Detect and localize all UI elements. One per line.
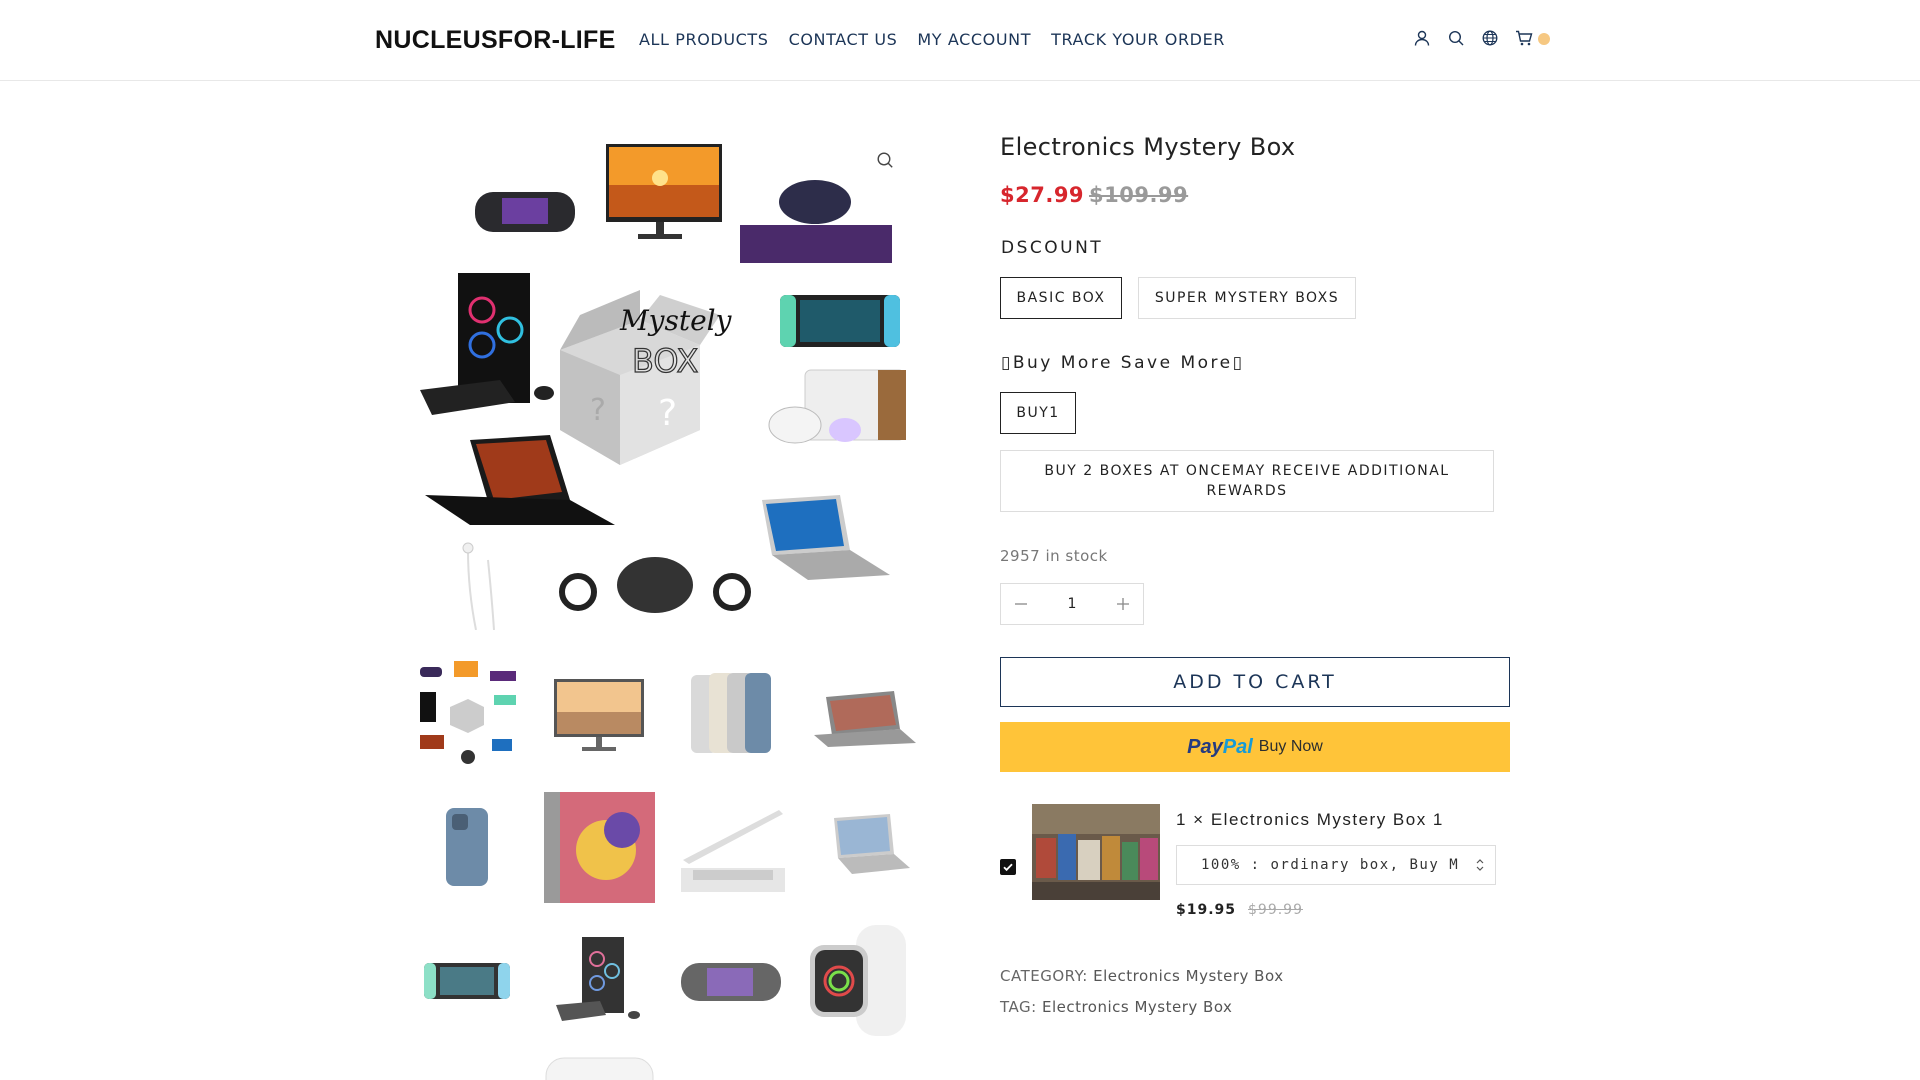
bundle-variant-select[interactable]: 100% : ordinary box, Buy M [1176, 845, 1496, 885]
attribute-label-discount: DSCOUNT [1001, 238, 1104, 258]
quantity-input[interactable]: 1 [1041, 596, 1103, 612]
nav-all-products[interactable]: ALL PRODUCTS [639, 30, 769, 49]
bundle-variant-value: 100% : ordinary box, Buy M [1201, 857, 1460, 873]
mystery-label: Mystely [619, 304, 733, 337]
console-image [740, 180, 892, 263]
option-basic-box[interactable]: BASIC BOX [1000, 277, 1122, 319]
thumb-acer-laptop[interactable] [804, 790, 919, 905]
paypal-buy-now-button[interactable]: PayPal Buy Now [1000, 722, 1510, 772]
bundle-regular-price: $99.99 [1248, 902, 1303, 918]
main-product-image[interactable]: ? ? Mystely BOX [410, 130, 920, 631]
main-nav: ALL PRODUCTS CONTACT US MY ACCOUNT TRACK… [639, 30, 1225, 49]
user-icon[interactable] [1412, 28, 1432, 48]
thumb-gaming-laptop[interactable] [804, 657, 919, 772]
vr-headset-image [768, 369, 906, 444]
option-buy1[interactable]: BUY1 [1000, 392, 1076, 434]
globe-icon[interactable] [1480, 28, 1500, 48]
thumb-iphone-back[interactable] [410, 790, 525, 905]
bundle-sale-price: $19.95 [1176, 902, 1237, 918]
select-arrows-icon [1475, 858, 1485, 876]
product-title: Electronics Mystery Box [1000, 133, 1296, 161]
product-tag: TAG: Electronics Mystery Box [1000, 998, 1232, 1016]
thumb-macbook-slim[interactable] [673, 790, 788, 905]
switch-image [780, 295, 900, 347]
header-icons [1412, 28, 1550, 48]
thumb-psp[interactable] [673, 923, 788, 1038]
gaming-laptop-image [425, 435, 615, 525]
attribute-label-buy-more-text: Buy More Save More [1012, 353, 1233, 373]
laptop-image [762, 495, 890, 580]
gaming-pc-image [420, 273, 554, 415]
thumb-apple-watch[interactable] [804, 923, 919, 1038]
box-label: BOX [632, 342, 698, 380]
add-to-cart-button[interactable]: ADD TO CART [1000, 657, 1510, 707]
cart-count-badge [1538, 33, 1550, 45]
cart-icon[interactable] [1514, 28, 1534, 48]
svg-text:?: ? [658, 393, 677, 434]
headset-image [559, 557, 751, 613]
option-buy-2-boxes[interactable]: BUY 2 BOXES AT ONCEMAY RECEIVE ADDITIONA… [1000, 450, 1494, 512]
attribute-label-buy-more: ▯Buy More Save More▯ [1001, 353, 1245, 373]
paypal-logo-pay: Pay [1187, 735, 1223, 758]
bundle-title: 1 × Electronics Mystery Box 1 [1176, 810, 1444, 829]
thumb-ipad[interactable] [542, 790, 657, 905]
quantity-decrease-button[interactable] [1001, 584, 1041, 624]
thumb-switch[interactable] [410, 923, 525, 1038]
earphones-image [462, 542, 495, 631]
regular-price: $109.99 [1089, 183, 1189, 207]
tag-link[interactable]: Electronics Mystery Box [1042, 998, 1232, 1016]
psp-image [475, 192, 575, 232]
tag-label: TAG: [1000, 998, 1037, 1016]
site-header: NUCLEUSFOR-LIFE ALL PRODUCTS CONTACT US … [0, 0, 1920, 81]
svg-text:?: ? [590, 393, 606, 428]
thumb-mystery-collage[interactable] [410, 657, 525, 772]
option-super-mystery-boxs[interactable]: SUPER MYSTERY BOXS [1138, 277, 1356, 319]
search-icon[interactable] [1446, 28, 1466, 48]
zoom-icon[interactable] [876, 151, 896, 171]
monitor-image [606, 144, 722, 239]
paypal-logo: PayPal [1187, 736, 1253, 759]
nav-track-order[interactable]: TRACK YOUR ORDER [1051, 30, 1225, 49]
stock-status: 2957 in stock [1000, 547, 1108, 565]
product-category: CATEGORY: Electronics Mystery Box [1000, 967, 1284, 985]
thumb-airpods[interactable] [542, 1056, 657, 1080]
quantity-stepper: 1 [1000, 583, 1144, 625]
quantity-increase-button[interactable] [1103, 584, 1143, 624]
paypal-logo-pal: Pal [1222, 735, 1253, 758]
nav-my-account[interactable]: MY ACCOUNT [917, 30, 1031, 49]
thumb-iphones[interactable] [673, 657, 788, 772]
thumb-gaming-pc[interactable] [542, 923, 657, 1038]
paypal-buy-now-label: Buy Now [1258, 738, 1323, 755]
bundle-checkbox[interactable] [1000, 859, 1016, 875]
category-label: CATEGORY: [1000, 967, 1088, 985]
site-logo[interactable]: NUCLEUSFOR-LIFE [375, 26, 616, 55]
mystery-box-image: ? ? Mystely BOX [560, 290, 733, 465]
nav-contact-us[interactable]: CONTACT US [789, 30, 898, 49]
category-link[interactable]: Electronics Mystery Box [1093, 967, 1283, 985]
thumb-monitor[interactable] [542, 657, 657, 772]
bundle-product-image[interactable] [1032, 804, 1160, 900]
sale-price: $27.99 [1000, 183, 1085, 207]
